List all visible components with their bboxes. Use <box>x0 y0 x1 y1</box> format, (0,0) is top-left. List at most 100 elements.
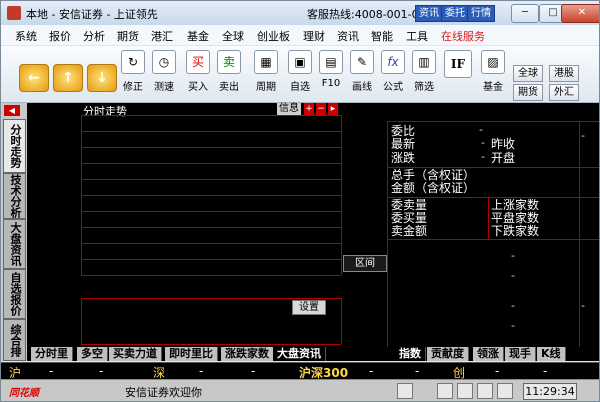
tool-watchlist[interactable]: ▣ 自选 <box>283 50 317 98</box>
btab-advance-decline[interactable]: 涨跌家数 <box>221 347 274 361</box>
window-title: 本地 - 安信证券 - 上证领先 <box>26 8 158 21</box>
alert-icon[interactable] <box>477 383 493 399</box>
settings-button[interactable]: 设置 <box>292 300 326 315</box>
tool-formula[interactable]: fx 公式 <box>376 50 410 98</box>
info-button[interactable]: 信息 <box>277 103 301 115</box>
collapse-marker-icon[interactable]: ◀ <box>4 105 20 116</box>
btab-contribution[interactable]: 贡献度 <box>427 347 469 361</box>
menu-gem[interactable]: 创业板 <box>257 28 290 44</box>
add-icon[interactable]: + <box>304 103 314 115</box>
btab-kline[interactable]: K线 <box>537 347 566 361</box>
hotline-text: 客服热线:4008-001-001 <box>307 8 433 21</box>
calendar-icon[interactable] <box>437 383 453 399</box>
btab-volume-ratio[interactable]: 即时里比 <box>165 347 218 361</box>
last-price-value: - <box>481 136 485 149</box>
btab-long-short[interactable]: 多空 <box>77 347 108 361</box>
global-side-button[interactable]: 全球 <box>513 65 543 82</box>
hs300-index-value: - <box>369 364 374 378</box>
forex-side-button[interactable]: 外汇 <box>549 84 579 101</box>
tool-draw-line[interactable]: ✎ 画线 <box>345 50 379 98</box>
menu-smart[interactable]: 智能 <box>371 28 393 44</box>
vtab-ranking[interactable]: 综合排名 <box>3 319 26 361</box>
app-window: 本地 - 安信证券 - 上证领先 客服热线:4008-001-001 资讯 委托… <box>0 0 600 402</box>
index-ticker-bar: 沪 - - 深 - - 沪深300 - - 创 - - <box>1 362 599 380</box>
if-futures-icon: IF <box>444 50 472 78</box>
change-label: 涨跌 <box>391 151 416 165</box>
futures-side-button[interactable]: 期货 <box>513 84 543 101</box>
menu-news[interactable]: 资讯 <box>337 28 359 44</box>
menu-global[interactable]: 全球 <box>222 28 244 44</box>
tool-restore[interactable]: ↻ 修正 <box>116 50 150 98</box>
chart-title: 分时走势 <box>83 105 127 118</box>
network-icon[interactable] <box>457 383 473 399</box>
vtab-intraday[interactable]: 分时走势 <box>3 119 26 173</box>
btab-market-news[interactable]: 大盘资讯 <box>273 347 326 361</box>
tool-fund[interactable]: ▨ 基金 <box>476 50 510 98</box>
tool-draw-line-label: 画线 <box>352 82 372 93</box>
tool-speed-test[interactable]: ◷ 测速 <box>147 50 181 98</box>
decliners-label: 下跌家数 <box>491 224 540 238</box>
bottom-tab-bar: 分时里 多空 买卖力道 即时里比 涨跌家数 大盘资讯 指数 贡献度 领涨 现手 … <box>27 347 599 361</box>
toolbar: ← ↑ ↓ ↻ 修正 ◷ 测速 买 买入 卖 卖出 ▦ 周期 ▣ 自选 ▤ F1… <box>1 46 599 103</box>
menu-online-service[interactable]: 在线服务 <box>441 28 485 44</box>
app-logo-icon <box>7 6 21 20</box>
panel-dash-3: - <box>511 299 515 312</box>
quote-title-button[interactable]: 行情 <box>467 5 495 22</box>
menu-analysis[interactable]: 分析 <box>83 28 105 44</box>
btab-current-volume[interactable]: 现手 <box>505 347 536 361</box>
down-arrow-button[interactable]: ↓ <box>87 64 117 92</box>
btab-intraday-volume[interactable]: 分时里 <box>31 347 73 361</box>
watchlist-icon: ▣ <box>288 50 312 74</box>
gem-index-value: - <box>495 364 500 378</box>
amount-label: 金额（含权证） <box>391 181 476 195</box>
sh-index-change: - <box>99 364 104 378</box>
news-title-button[interactable]: 资讯 <box>415 5 443 22</box>
vtab-market-news[interactable]: 大盘资讯 <box>3 219 26 269</box>
filter-icon: ▥ <box>412 50 436 74</box>
period-icon: ▦ <box>254 50 278 74</box>
menu-tools[interactable]: 工具 <box>406 28 428 44</box>
menu-fund[interactable]: 基金 <box>187 28 209 44</box>
tool-buy-label: 买入 <box>188 82 208 93</box>
menu-finance[interactable]: 理财 <box>303 28 325 44</box>
tool-sell[interactable]: 卖 卖出 <box>212 50 246 98</box>
btab-index[interactable]: 指数 <box>395 347 426 361</box>
order-title-button[interactable]: 委托 <box>441 5 469 22</box>
tool-filter[interactable]: ▥ 筛选 <box>407 50 441 98</box>
welcome-message: 安信证券欢迎你 <box>125 386 202 399</box>
status-bar: 同花顺 安信证券欢迎你 11:29:34 <box>1 379 599 401</box>
menu-quotes[interactable]: 报价 <box>49 28 71 44</box>
tool-buy[interactable]: 买 买入 <box>181 50 215 98</box>
minimize-button[interactable]: ─ <box>511 4 539 23</box>
restore-icon: ↻ <box>121 50 145 74</box>
menu-system[interactable]: 系统 <box>15 28 37 44</box>
btab-leaders[interactable]: 领涨 <box>473 347 504 361</box>
change-value: - <box>481 150 485 163</box>
range-button[interactable]: 区间 <box>343 255 387 272</box>
menu-futures[interactable]: 期货 <box>117 28 139 44</box>
menu-bar: 系统 报价 分析 期货 港汇 基金 全球 创业板 理财 资讯 智能 工具 在线服… <box>1 25 599 45</box>
if-index-button[interactable]: IF <box>443 50 473 98</box>
up-arrow-button[interactable]: ↑ <box>53 64 83 92</box>
expand-icon[interactable]: ▸ <box>328 103 338 115</box>
sound-icon[interactable] <box>497 383 513 399</box>
back-arrow-button[interactable]: ← <box>19 64 49 92</box>
sell-icon: 卖 <box>217 50 241 74</box>
vtab-watchlist[interactable]: 自选报价 <box>3 269 26 319</box>
tool-f10[interactable]: ▤ F10 <box>314 50 348 98</box>
vtab-technical[interactable]: 技术分析 <box>3 173 26 219</box>
tool-sell-label: 卖出 <box>219 82 239 93</box>
status-logo: 同花顺 <box>9 388 39 399</box>
hk-stock-side-button[interactable]: 港股 <box>549 65 579 82</box>
close-button[interactable]: ✕ <box>561 4 599 23</box>
last-price-label: 最新 <box>391 137 416 151</box>
panel-dash-4: - <box>511 319 515 332</box>
btab-buy-sell-force[interactable]: 买卖力道 <box>109 347 162 361</box>
clock-display: 11:29:34 <box>523 383 577 400</box>
message-icon[interactable] <box>397 383 413 399</box>
tool-period[interactable]: ▦ 周期 <box>249 50 283 98</box>
tool-fund-label: 基金 <box>483 82 503 93</box>
f10-icon: ▤ <box>319 50 343 74</box>
minus-icon[interactable]: − <box>316 103 326 115</box>
menu-hk-fx[interactable]: 港汇 <box>151 28 173 44</box>
